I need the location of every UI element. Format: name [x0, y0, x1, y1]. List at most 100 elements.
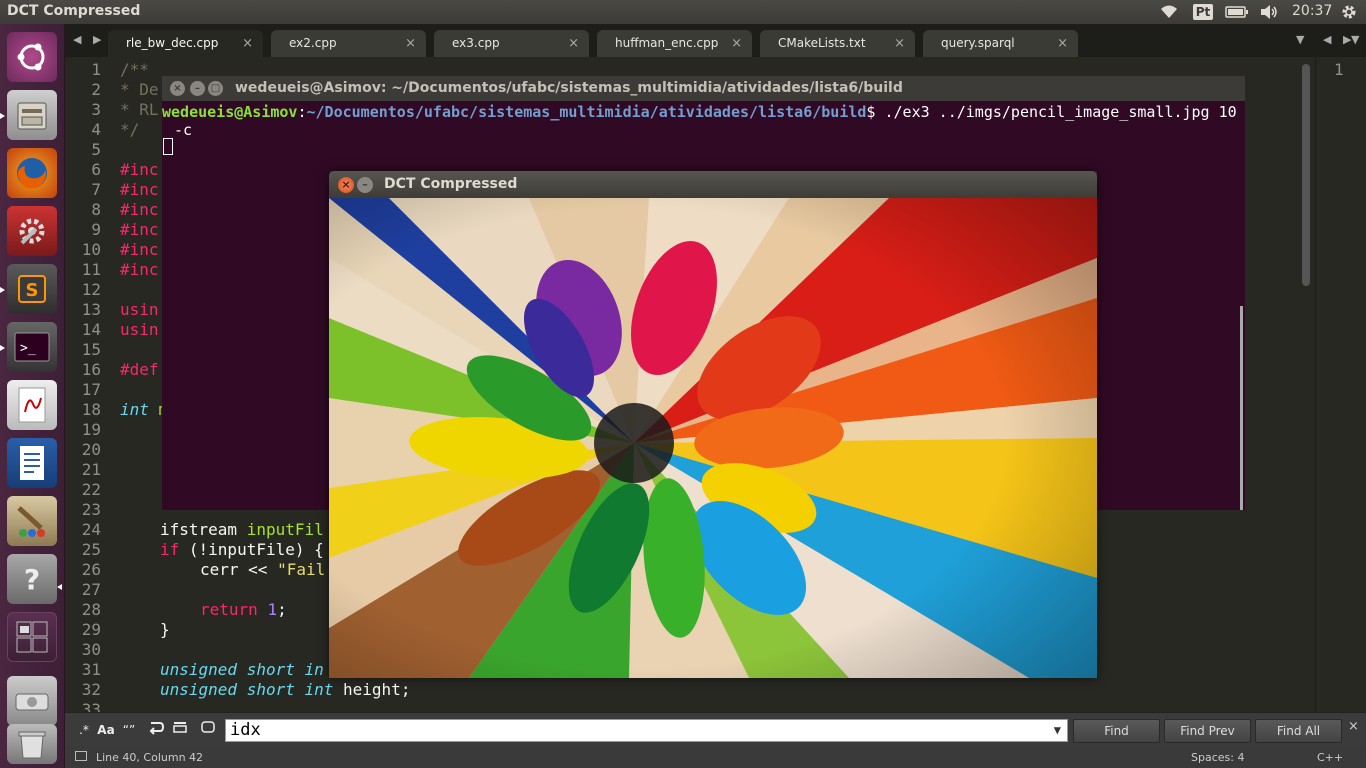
line-number: 20 [81, 440, 101, 459]
line-number: 22 [81, 480, 101, 499]
line-number: 11 [81, 260, 101, 279]
disk-icon[interactable] [7, 676, 57, 726]
highlight-icon [201, 721, 215, 733]
find-query: idx [230, 720, 261, 740]
tab-scroll-arrows-icon[interactable]: ◀ ▶ [73, 33, 105, 46]
close-icon[interactable]: × [731, 36, 742, 51]
close-icon[interactable]: × [338, 177, 354, 193]
line-number: 23 [81, 500, 101, 519]
minimap-pane[interactable]: 1 [1315, 57, 1366, 712]
trash-icon[interactable] [7, 724, 57, 764]
sublime-text-icon[interactable]: S [7, 264, 57, 314]
line-number: 3 [91, 100, 101, 119]
right-pane-line-number: 1 [1334, 60, 1344, 79]
document-viewer-icon[interactable] [7, 380, 57, 430]
highlight-matches-toggle[interactable] [197, 719, 219, 741]
svg-text:?: ? [24, 563, 40, 596]
line-number: 15 [81, 340, 101, 359]
code-token: 1 [267, 600, 278, 619]
wrap-toggle[interactable] [145, 719, 167, 741]
close-icon[interactable]: × [1348, 719, 1359, 734]
tab-huffman-enc[interactable]: huffman_enc.cpp × [597, 30, 752, 57]
help-icon[interactable]: ? [7, 554, 57, 604]
terminal-scrollbar[interactable] [1240, 306, 1243, 510]
panel-toggle-icon[interactable] [75, 751, 87, 764]
files-icon[interactable] [7, 90, 57, 140]
find-input[interactable]: idx ▼ [225, 719, 1068, 742]
minimize-icon[interactable]: – [190, 81, 205, 96]
line-number: 32 [81, 680, 101, 699]
case-sensitive-toggle[interactable]: Aa [95, 719, 117, 741]
code-line: #def [120, 360, 159, 379]
svg-text:>_: >_ [20, 341, 36, 356]
maximize-icon[interactable]: □ [208, 81, 223, 96]
clock[interactable]: 20:37 [1292, 3, 1332, 19]
volume-icon[interactable] [1258, 2, 1280, 22]
find-button[interactable]: Find [1073, 719, 1160, 743]
battery-icon[interactable] [1224, 2, 1250, 22]
line-number: 17 [81, 380, 101, 399]
syntax-setting[interactable]: C++ [1317, 751, 1343, 764]
line-number: 7 [91, 180, 101, 199]
close-icon[interactable]: × [568, 36, 579, 51]
indentation-setting[interactable]: Spaces: 4 [1191, 751, 1244, 764]
tab-cmakelists[interactable]: CMakeLists.txt × [760, 30, 915, 57]
line-number: 10 [81, 240, 101, 259]
terminal-prompt-line: wedeueis@Asimov:~/Documentos/ufabc/siste… [162, 103, 1237, 121]
gimp-icon[interactable] [7, 496, 57, 546]
code-line: #inc [120, 260, 159, 279]
active-window-title: DCT Compressed [7, 3, 141, 19]
wifi-icon[interactable] [1158, 2, 1180, 22]
code-line: #inc [120, 160, 159, 179]
terminal-icon[interactable]: >_ [7, 322, 57, 372]
firefox-icon[interactable] [7, 148, 57, 198]
tab-rle-bw-dec[interactable]: rle_bw_dec.cpp × [108, 30, 263, 57]
code-token: if [160, 540, 180, 559]
line-number: 27 [81, 580, 101, 599]
ubuntu-dash-icon[interactable] [7, 32, 57, 82]
tab-ex2[interactable]: ex2.cpp × [271, 30, 426, 57]
close-icon[interactable]: × [405, 36, 416, 51]
close-icon[interactable]: × [170, 81, 185, 96]
tab-ex3[interactable]: ex3.cpp × [434, 30, 589, 57]
libreoffice-writer-icon[interactable] [7, 438, 57, 488]
code-line: int m [120, 400, 168, 419]
line-number: 26 [81, 560, 101, 579]
gear-icon[interactable] [1338, 2, 1360, 22]
whole-word-toggle[interactable]: “” [118, 719, 140, 741]
chevron-down-icon[interactable]: ▼ [1054, 720, 1061, 741]
close-icon[interactable]: × [894, 36, 905, 51]
code-line: unsigned short in [160, 660, 324, 679]
close-icon[interactable]: × [242, 36, 253, 51]
tab-query-sparql[interactable]: query.sparql × [923, 30, 1078, 57]
find-all-button[interactable]: Find All [1255, 719, 1342, 743]
editor-scrollbar[interactable] [1302, 64, 1310, 286]
line-number: 16 [81, 360, 101, 379]
dct-title: DCT Compressed [384, 176, 518, 192]
keyboard-layout-indicator[interactable]: Pt [1192, 2, 1214, 22]
find-prev-button[interactable]: Find Prev [1164, 719, 1251, 743]
minimize-icon[interactable]: – [357, 177, 373, 193]
system-settings-icon[interactable] [7, 206, 57, 256]
workspace-switcher-icon[interactable] [7, 612, 57, 662]
pane-dropdown-icon[interactable]: ▼ [1351, 33, 1363, 46]
close-icon[interactable]: × [1057, 36, 1068, 51]
code-line: cerr << "Fail [200, 560, 325, 579]
line-number: 9 [91, 220, 101, 239]
tab-label: ex3.cpp [452, 36, 500, 50]
code-line: * De [120, 80, 159, 99]
running-indicator [0, 287, 5, 293]
code-token: (!inputFile) { [179, 540, 324, 559]
line-number: 29 [81, 620, 101, 639]
line-number: 28 [81, 600, 101, 619]
dct-titlebar[interactable]: × – DCT Compressed [329, 171, 1097, 198]
regex-toggle[interactable]: .* [73, 719, 95, 741]
code-token: "Fail [277, 560, 326, 579]
line-number: 21 [81, 460, 101, 479]
line-number: 2 [91, 80, 101, 99]
dct-window[interactable]: × – DCT Compressed [329, 171, 1097, 678]
terminal-titlebar[interactable]: × – □ wedeueis@Asimov: ~/Documentos/ufab… [162, 76, 1245, 101]
tab-list-dropdown-icon[interactable]: ▼ [1296, 33, 1308, 46]
in-selection-toggle[interactable] [169, 719, 191, 741]
code-line: } [160, 620, 170, 639]
